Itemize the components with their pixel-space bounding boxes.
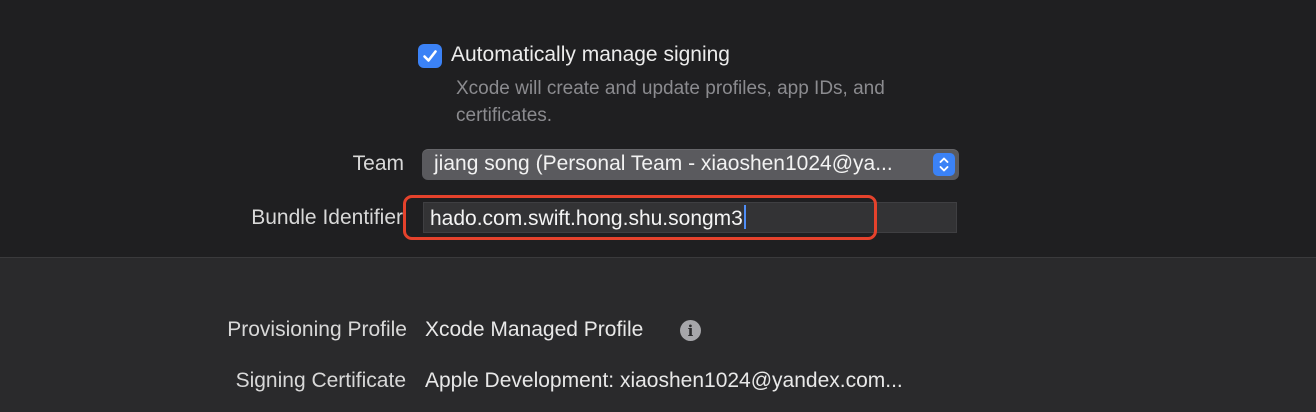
chevron-up-down-icon[interactable] [933,153,955,176]
info-icon[interactable]: i [680,320,701,341]
provisioning-profile-label: Provisioning Profile [227,318,407,341]
bundle-identifier-label: Bundle Identifier [251,206,403,229]
auto-manage-signing-help: Xcode will create and update profiles, a… [456,78,885,126]
highlight-annotation [403,195,877,240]
provisioning-profile-value: Xcode Managed Profile [425,318,644,341]
auto-manage-signing-label[interactable]: Automatically manage signing [451,43,730,67]
team-value: jiang song (Personal Team - xiaoshen1024… [434,152,893,175]
team-label: Team [352,152,404,175]
checkmark-icon [423,50,437,62]
auto-manage-signing-checkbox[interactable] [418,44,442,68]
team-popup-button[interactable]: jiang song (Personal Team - xiaoshen1024… [422,149,959,180]
signing-certificate-label: Signing Certificate [235,369,406,392]
signing-certificate-value: Apple Development: xiaoshen1024@yandex.c… [425,369,903,392]
